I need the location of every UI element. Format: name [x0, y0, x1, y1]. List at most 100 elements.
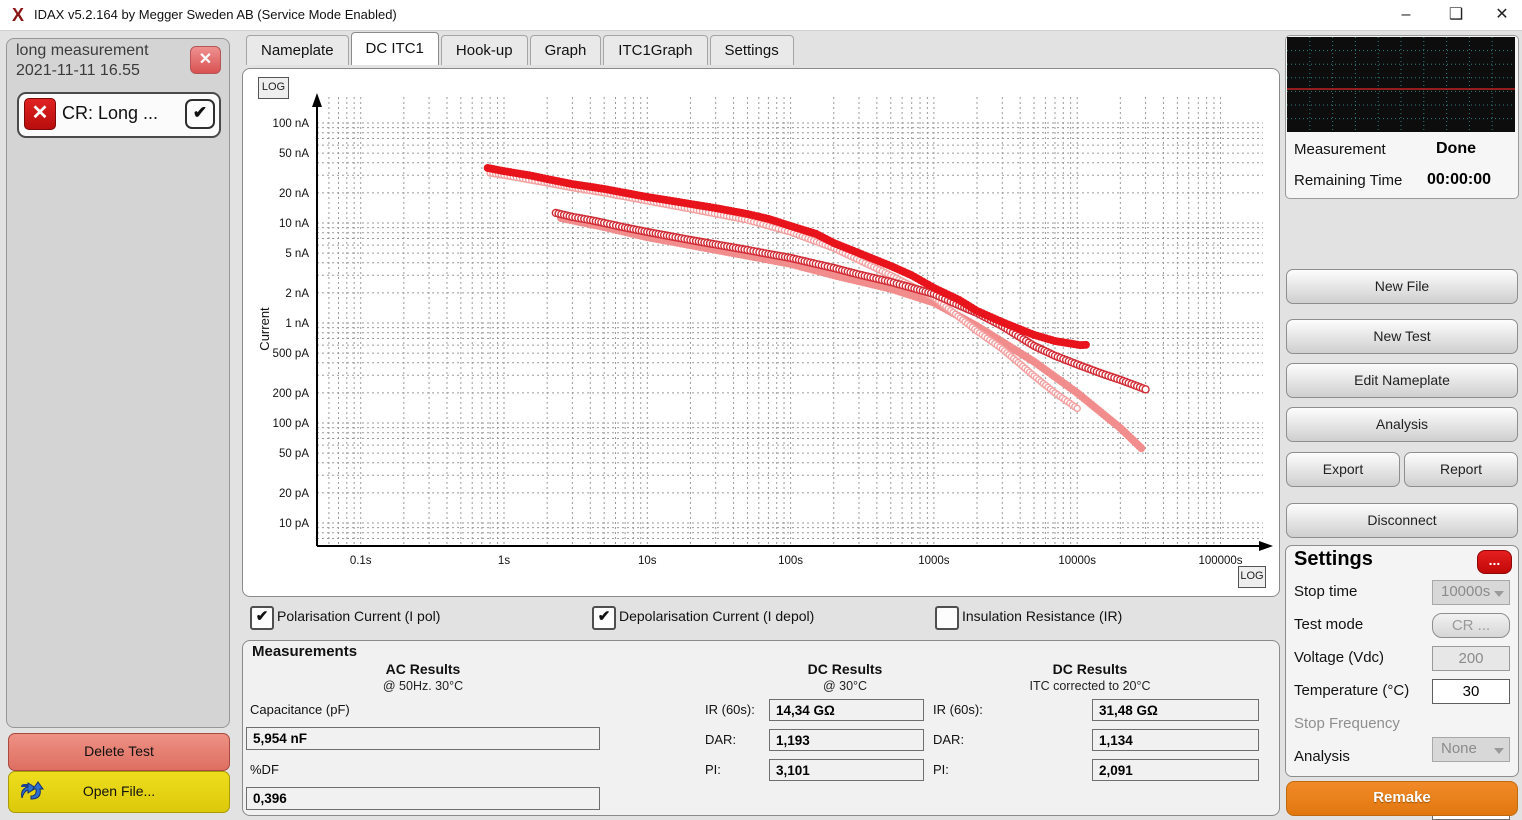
pi-20-value: 2,091 — [1092, 759, 1259, 781]
maximize-button[interactable]: ❑ — [1436, 3, 1476, 27]
delete-test-button[interactable]: Delete Test — [8, 733, 230, 771]
log-scale-y-button[interactable]: LOG — [258, 77, 289, 99]
svg-text:100 nA: 100 nA — [273, 118, 310, 130]
dar-20-value: 1,134 — [1092, 729, 1259, 751]
insulation-resistance-label: Insulation Resistance (IR) — [962, 608, 1122, 624]
svg-text:2 nA: 2 nA — [285, 288, 309, 300]
pi-30-value: 3,101 — [769, 759, 924, 781]
svg-text:50 pA: 50 pA — [279, 448, 309, 460]
dar-30-label: DAR: — [705, 732, 736, 747]
polarisation-current-label: Polarisation Current (I pol) — [277, 608, 440, 624]
stop-time-label: Stop time — [1294, 583, 1357, 600]
export-button[interactable]: Export — [1286, 452, 1400, 487]
svg-text:50 nA: 50 nA — [279, 148, 309, 160]
measurement-status-value: Done — [1436, 140, 1476, 158]
insulation-resistance-checkbox[interactable] — [935, 606, 959, 630]
depolarisation-current-label: Depolarisation Current (I depol) — [619, 608, 814, 624]
remake-button[interactable]: Remake — [1286, 781, 1518, 816]
tab-hook-up[interactable]: Hook-up — [441, 35, 528, 65]
pi-30-label: PI: — [705, 762, 721, 777]
stop-frequency-value: None — [1441, 740, 1477, 757]
analysis-label: Analysis — [1294, 748, 1350, 765]
close-button[interactable]: ✕ — [1482, 3, 1522, 27]
chevron-down-icon — [1494, 591, 1504, 597]
tab-nameplate[interactable]: Nameplate — [246, 35, 349, 65]
tab-itc1graph[interactable]: ITC1Graph — [603, 35, 707, 65]
capacitance-value: 5,954 nF — [246, 727, 600, 750]
stop-time-select: 10000s — [1432, 580, 1510, 605]
tab-graph[interactable]: Graph — [530, 35, 602, 65]
test-list-sidebar — [6, 38, 230, 728]
ir60-30-label: IR (60s): — [705, 702, 755, 717]
test-name: long measurement — [16, 42, 149, 60]
stop-time-value: 10000s — [1441, 583, 1490, 600]
close-test-button[interactable]: ✕ — [190, 46, 221, 74]
dar-30-value: 1,193 — [769, 729, 924, 751]
svg-text:Current: Current — [257, 307, 272, 351]
svg-text:5 nA: 5 nA — [285, 248, 309, 260]
ir60-20-label: IR (60s): — [933, 702, 983, 717]
measurement-status-label: Measurement — [1294, 141, 1386, 158]
svg-text:1 nA: 1 nA — [285, 318, 309, 330]
ac-results-title: AC Results — [298, 661, 548, 677]
tab-dc-itc1[interactable]: DC ITC1 — [351, 32, 439, 65]
tab-settings[interactable]: Settings — [710, 35, 794, 65]
report-button[interactable]: Report — [1404, 452, 1518, 487]
open-file-icon — [18, 777, 46, 805]
svg-text:100000s: 100000s — [1198, 555, 1242, 567]
analysis-button[interactable]: Analysis — [1286, 407, 1518, 442]
svg-text:20 nA: 20 nA — [279, 188, 309, 200]
temperature-field[interactable]: 30 — [1432, 679, 1510, 704]
disconnect-button[interactable]: Disconnect — [1286, 503, 1518, 538]
measurements-title: Measurements — [252, 643, 357, 660]
ac-results-subtitle: @ 50Hz. 30°C — [298, 679, 548, 693]
app-logo-icon: X — [8, 5, 28, 25]
stop-frequency-label: Stop Frequency — [1294, 715, 1400, 732]
svg-text:1s: 1s — [498, 555, 510, 567]
polarisation-current-checkbox[interactable]: ✔ — [250, 606, 274, 630]
temperature-label: Temperature (°C) — [1294, 682, 1409, 699]
svg-text:10 pA: 10 pA — [279, 518, 309, 530]
tab-bar: Nameplate DC ITC1 Hook-up Graph ITC1Grap… — [246, 34, 796, 65]
new-file-button[interactable]: New File — [1286, 269, 1518, 304]
dc-results-30-subtitle: @ 30°C — [720, 679, 970, 693]
new-test-button[interactable]: New Test — [1286, 319, 1518, 354]
minimize-button[interactable]: – — [1386, 3, 1426, 27]
capacitance-label: Capacitance (pF) — [250, 702, 350, 717]
measurement-label: CR: Long ... — [62, 103, 158, 124]
remove-measurement-icon[interactable]: ✕ — [24, 98, 56, 130]
log-scale-x-button[interactable]: LOG — [1238, 566, 1266, 588]
df-value: 0,396 — [246, 787, 600, 810]
svg-text:10000s: 10000s — [1058, 555, 1096, 567]
test-date: 2021-11-11 16.55 — [16, 62, 140, 80]
svg-text:0.1s: 0.1s — [350, 555, 372, 567]
dc-results-30-title: DC Results — [720, 661, 970, 677]
svg-text:200 pA: 200 pA — [273, 388, 310, 400]
pi-20-label: PI: — [933, 762, 949, 777]
remaining-time-value: 00:00:00 — [1427, 171, 1491, 189]
edit-nameplate-button[interactable]: Edit Nameplate — [1286, 363, 1518, 398]
dar-20-label: DAR: — [933, 732, 964, 747]
title-bar: X IDAX v5.2.164 by Megger Sweden AB (Ser… — [0, 0, 1522, 31]
test-mode-button: CR ... — [1432, 613, 1510, 638]
ir60-20-value: 31,48 GΩ — [1092, 699, 1259, 721]
measurement-checkbox[interactable]: ✔ — [185, 99, 215, 129]
current-vs-time-chart[interactable]: 100 nA 50 nA 20 nA 10 nA 5 nA 2 nA 1 nA 500 pA 2… — [243, 69, 1277, 594]
svg-text:100s: 100s — [778, 555, 803, 567]
ir60-30-value: 14,34 GΩ — [769, 699, 924, 721]
svg-text:20 pA: 20 pA — [279, 488, 309, 500]
chevron-down-icon — [1494, 748, 1504, 754]
window-title: IDAX v5.2.164 by Megger Sweden AB (Servi… — [34, 7, 397, 22]
stop-frequency-select: None — [1432, 737, 1510, 762]
svg-text:10s: 10s — [638, 555, 657, 567]
voltage-label: Voltage (Vdc) — [1294, 649, 1384, 666]
live-signal-scope — [1287, 37, 1515, 132]
svg-text:500 pA: 500 pA — [273, 348, 310, 360]
dc-results-20-subtitle: ITC corrected to 20°C — [965, 679, 1215, 693]
svg-text:10 nA: 10 nA — [279, 218, 309, 230]
settings-more-button[interactable]: ... — [1477, 550, 1512, 574]
svg-text:1000s: 1000s — [918, 555, 950, 567]
remaining-time-label: Remaining Time — [1294, 172, 1402, 189]
depolarisation-current-checkbox[interactable]: ✔ — [592, 606, 616, 630]
svg-text:100 pA: 100 pA — [273, 418, 310, 430]
